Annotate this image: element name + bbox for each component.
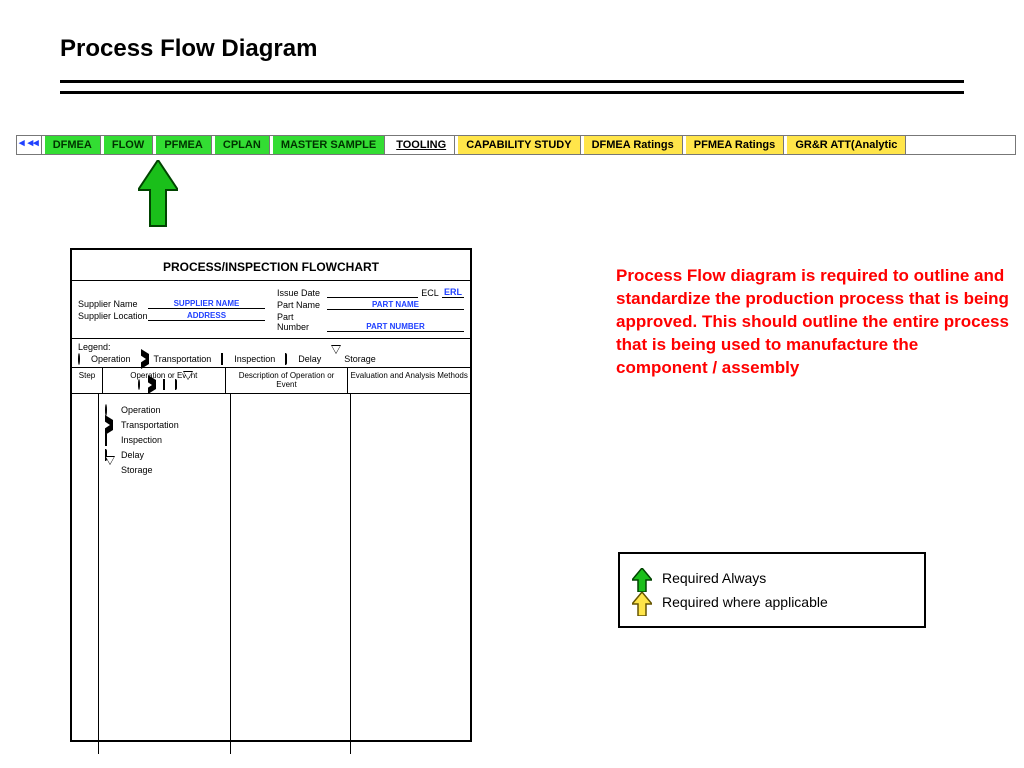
col-evaluation: Evaluation and Analysis Methods <box>348 368 470 393</box>
part-number-value: PART NUMBER <box>327 322 464 332</box>
key-applicable-label: Required where applicable <box>662 594 828 610</box>
tab-dfmea-ratings[interactable]: DFMEA Ratings <box>584 136 683 154</box>
supplier-name-value: SUPPLIER NAME <box>148 299 265 309</box>
arrow-up-yellow-icon <box>632 592 652 612</box>
tab-grr[interactable]: GR&R ATT(Analytic <box>787 136 906 154</box>
body-inspection: Inspection <box>121 435 162 445</box>
supplier-loc-label: Supplier Location <box>78 311 148 321</box>
worksheet-tabbar: ◂ ◂◂ DFMEA FLOW PFMEA CPLAN MASTER SAMPL… <box>16 135 1016 155</box>
erl-value: ERL <box>442 287 464 298</box>
legend-title: Legend: <box>78 342 464 352</box>
issue-date-label: Issue Date <box>277 288 327 298</box>
tab-flow[interactable]: FLOW <box>104 136 153 154</box>
arrow-pointer-icon <box>138 160 178 235</box>
tab-capability[interactable]: CAPABILITY STUDY <box>458 136 580 154</box>
form-column-headers: Step Operation or Event Description of O… <box>72 368 470 394</box>
body-transport: Transportation <box>121 420 179 430</box>
col-step: Step <box>72 368 103 393</box>
tab-nav-buttons[interactable]: ◂ ◂◂ <box>17 136 42 154</box>
supplier-loc-value: ADDRESS <box>148 311 265 321</box>
part-name-value: PART NAME <box>327 300 464 310</box>
tab-tooling[interactable]: TOOLING <box>388 136 455 154</box>
tab-dfmea[interactable]: DFMEA <box>45 136 101 154</box>
legend-inspection: Inspection <box>234 354 275 364</box>
tab-pfmea[interactable]: PFMEA <box>156 136 212 154</box>
body-delay: Delay <box>121 450 144 460</box>
legend-storage: Storage <box>344 354 376 364</box>
title-rule <box>60 80 964 94</box>
col-description: Description of Operation or Event <box>226 368 349 393</box>
page-title: Process Flow Diagram <box>60 35 317 63</box>
form-title: PROCESS/INSPECTION FLOWCHART <box>72 250 470 281</box>
description-text: Process Flow diagram is required to outl… <box>616 265 1011 380</box>
key-legend-box: Required Always Required where applicabl… <box>618 552 926 628</box>
part-number-label: Part Number <box>277 312 327 332</box>
legend-delay: Delay <box>298 354 321 364</box>
supplier-name-label: Supplier Name <box>78 299 148 309</box>
legend-operation: Operation <box>91 354 131 364</box>
col-op-event: Operation or Event <box>103 368 226 393</box>
key-always-label: Required Always <box>662 570 766 586</box>
form-legend: Legend: Operation Transportation Inspect… <box>72 339 470 368</box>
part-name-label: Part Name <box>277 300 327 310</box>
issue-date-value <box>327 297 418 298</box>
body-storage: Storage <box>121 465 153 475</box>
tab-master-sample[interactable]: MASTER SAMPLE <box>273 136 385 154</box>
body-operation: Operation <box>121 405 161 415</box>
arrow-up-green-icon <box>632 568 652 588</box>
flowchart-form: PROCESS/INSPECTION FLOWCHART Supplier Na… <box>70 248 472 742</box>
tab-cplan[interactable]: CPLAN <box>215 136 270 154</box>
ecl-label: ECL <box>418 288 442 298</box>
legend-transport: Transportation <box>154 354 212 364</box>
tab-pfmea-ratings[interactable]: PFMEA Ratings <box>686 136 785 154</box>
